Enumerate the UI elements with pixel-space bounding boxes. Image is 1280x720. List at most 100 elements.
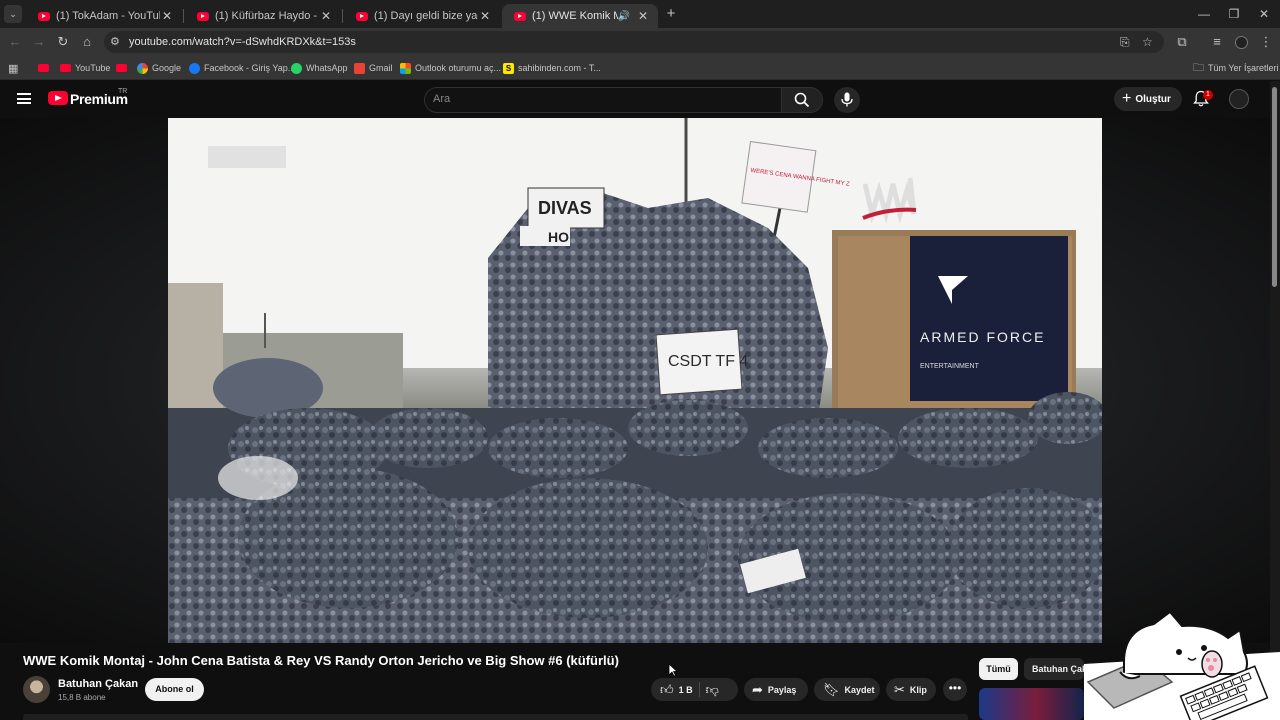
clip-button[interactable]: ✂ Klip <box>886 678 936 701</box>
url-text[interactable]: youtube.com/watch?v=-dSwhdKRDXk&t=153s <box>129 36 356 48</box>
country-code: TR <box>118 88 128 95</box>
audio-playing-icon[interactable]: 🔊 <box>618 11 630 22</box>
browser-tab[interactable]: (1) Küfürbaz Haydo - Miras Dav ✕ <box>185 4 341 28</box>
bookmark-label: Facebook - Giriş Yap... <box>204 63 296 73</box>
sign-center: CSDT TF 4 <box>668 353 748 370</box>
bookmark-youtube[interactable]: YouTube <box>60 61 110 75</box>
like-dislike-group: 👍︎ 1 B 👎︎ <box>651 678 738 701</box>
share-label: Paylaş <box>767 684 797 695</box>
bookmark-label: Tüm Yer İşaretleri <box>1208 63 1279 73</box>
media-controls-icon[interactable]: ≡ <box>1208 33 1226 51</box>
bookmark-icon: 🔖︎ <box>823 681 840 697</box>
browser-toolbar: ← → ↻ ⌂ ⚙ youtube.com/watch?v=-dSwhdKRDX… <box>0 28 1280 56</box>
like-count[interactable]: 1 B <box>679 685 693 695</box>
youtube-favicon-icon <box>197 11 209 21</box>
bookmark-outlook[interactable]: Outlook oturumu aç... <box>400 61 501 75</box>
search-icon <box>794 92 810 108</box>
profile-avatar-icon[interactable] <box>1235 36 1248 49</box>
bookmark-whatsapp[interactable]: WhatsApp <box>291 61 348 75</box>
apps-grid-icon[interactable]: ▦ <box>8 61 18 75</box>
chip-channel[interactable]: Batuhan Çakan <box>1024 658 1084 680</box>
divas-sign: DIVAS <box>538 198 592 218</box>
mouse-cursor-icon <box>668 663 678 677</box>
bongo-cat-overlay <box>1084 612 1280 720</box>
armed-force-text: ARMED FORCE <box>920 329 1045 345</box>
video-frame: DIVAS HO WERE'S CENA WANNA FIGHT MY Z CS… <box>168 118 1102 643</box>
new-tab-button[interactable]: + <box>663 5 679 23</box>
bookmark-youtube-2[interactable] <box>116 61 131 75</box>
bookmark-label: WhatsApp <box>306 63 348 73</box>
description-box[interactable] <box>23 714 968 720</box>
youtube-favicon-icon <box>38 11 50 21</box>
like-divider <box>698 682 700 697</box>
channel-avatar[interactable] <box>23 676 50 703</box>
browser-tab[interactable]: (1) TokAdam - YouTube ✕ <box>26 4 182 28</box>
video-title: WWE Komik Montaj - John Cena Batista & R… <box>23 653 619 668</box>
chip-all[interactable]: Tümü <box>979 658 1018 680</box>
youtube-icon <box>116 64 127 72</box>
account-avatar[interactable] <box>1229 89 1249 109</box>
create-button[interactable]: + Oluştur <box>1114 87 1182 111</box>
extensions-icon[interactable]: ⧉ <box>1173 33 1191 51</box>
install-app-icon[interactable]: ⎘ <box>1120 35 1130 50</box>
subscribe-button[interactable]: Abone ol <box>145 678 204 701</box>
search-button[interactable] <box>781 87 823 113</box>
forward-arrow-icon[interactable]: → <box>30 33 48 51</box>
tab-title: (1) Dayı geldi bize yağlı yağlı - Y <box>374 10 478 22</box>
bookmark-label: YouTube <box>75 63 111 73</box>
youtube-logo-icon[interactable] <box>48 91 68 105</box>
save-button[interactable]: 🔖︎ Kaydet <box>814 678 880 701</box>
microphone-icon <box>841 92 853 107</box>
folder-icon: 🗀 <box>1193 61 1204 74</box>
restore-window-icon[interactable]: ❐ <box>1222 5 1246 23</box>
bookmark-label: sahibinden.com - T... <box>518 63 601 73</box>
bookmark-youtube-0[interactable] <box>38 61 53 75</box>
create-label: Oluştur <box>1135 93 1171 105</box>
plus-icon: + <box>1122 90 1132 107</box>
all-bookmarks-folder[interactable]: 🗀 Tüm Yer İşaretleri <box>1193 61 1279 75</box>
tab-search-button[interactable]: ⌄ <box>4 5 22 23</box>
whatsapp-icon <box>291 62 302 74</box>
minimize-window-icon[interactable]: — <box>1192 5 1216 23</box>
notification-badge: 1 <box>1203 90 1213 100</box>
facebook-icon <box>189 62 200 74</box>
recommended-video-thumbnail[interactable] <box>979 688 1084 720</box>
close-tab-icon[interactable]: ✕ <box>160 9 174 23</box>
search-input[interactable] <box>433 93 763 105</box>
share-button[interactable]: ➦ Paylaş <box>744 678 808 701</box>
thumbs-up-icon[interactable]: 👍︎ <box>660 682 674 698</box>
reload-icon[interactable]: ↻ <box>54 33 72 51</box>
browser-menu-icon[interactable]: ⋮ <box>1257 33 1275 51</box>
hamburger-menu-icon[interactable] <box>17 93 31 104</box>
bookmark-sahibinden[interactable]: Ssahibinden.com - T... <box>503 61 601 75</box>
bookmark-gmail[interactable]: Gmail <box>354 61 393 75</box>
video-player[interactable]: DIVAS HO WERE'S CENA WANNA FIGHT MY Z CS… <box>168 118 1102 643</box>
channel-name[interactable]: Batuhan Çakan <box>58 678 138 690</box>
address-bar[interactable]: ⚙ youtube.com/watch?v=-dSwhdKRDXk&t=153s… <box>104 31 1164 53</box>
subscriber-count: 15,8 B abone <box>58 693 106 702</box>
youtube-masthead: Premium TR + Oluştur 1 <box>0 81 1270 118</box>
youtube-icon <box>38 64 49 72</box>
thumbs-down-icon[interactable]: 👎︎ <box>706 682 719 698</box>
youtube-favicon-icon <box>356 11 368 21</box>
outlook-icon <box>400 62 411 74</box>
close-tab-icon[interactable]: ✕ <box>319 9 333 23</box>
bookmark-facebook[interactable]: Facebook - Giriş Yap... <box>189 61 295 75</box>
share-arrow-icon: ➦ <box>752 681 763 697</box>
close-window-icon[interactable]: ✕ <box>1252 5 1276 23</box>
home-icon[interactable]: ⌂ <box>78 33 96 51</box>
close-tab-icon[interactable]: ✕ <box>636 9 650 23</box>
bookmark-label: Outlook oturumu aç... <box>415 63 502 73</box>
close-tab-icon[interactable]: ✕ <box>478 9 492 23</box>
browser-tab-active[interactable]: (1) WWE Komik Montaj - Jo 🔊 ✕ <box>502 4 658 28</box>
browser-tab[interactable]: (1) Dayı geldi bize yağlı yağlı - Y ✕ <box>344 4 500 28</box>
scrollbar-thumb[interactable] <box>1272 87 1277 287</box>
bookmark-google[interactable]: Google <box>137 61 181 75</box>
bookmark-star-icon[interactable]: ☆ <box>1142 35 1153 49</box>
voice-search-button[interactable] <box>834 87 860 113</box>
back-arrow-icon[interactable]: ← <box>6 33 24 51</box>
site-info-icon[interactable]: ⚙ <box>110 35 120 48</box>
more-actions-icon[interactable]: ••• <box>943 678 967 701</box>
youtube-favicon-icon <box>514 11 526 21</box>
search-box[interactable] <box>424 87 782 113</box>
